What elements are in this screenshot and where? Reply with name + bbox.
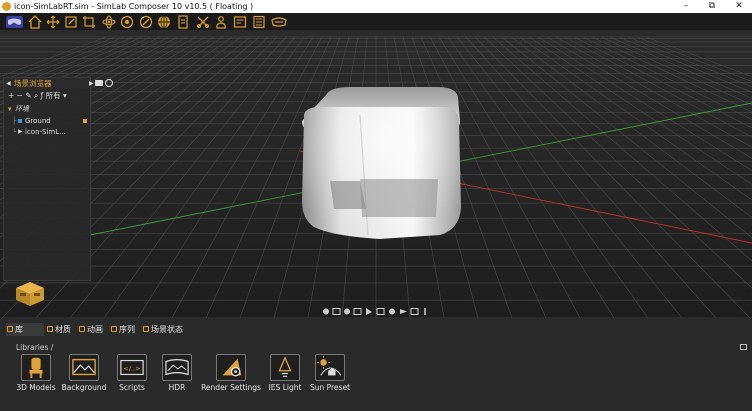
tree-branch: ├ <box>12 117 17 125</box>
materials-tab-icon <box>47 326 53 332</box>
3d-viewport[interactable] <box>0 31 752 318</box>
model-arrow-icon[interactable]: ▶ <box>18 127 23 137</box>
library-item-sun-preset[interactable]: Sun Preset <box>307 354 353 396</box>
scene-browser-title: 场景浏览器 <box>14 79 52 88</box>
library-item-label: Background <box>61 383 107 392</box>
sun-house-icon <box>315 354 345 381</box>
tab-animation[interactable]: 动画 <box>78 323 108 336</box>
breadcrumb[interactable]: Libraries / <box>16 343 53 352</box>
library-item-background[interactable]: Background <box>61 354 107 396</box>
tree-branch: └ <box>12 128 17 136</box>
svg-text:</..>: </..> <box>123 365 140 373</box>
ground-object-icon <box>18 119 22 123</box>
panorama-icon <box>162 354 192 381</box>
edit-icon[interactable] <box>64 15 78 29</box>
scene-states-tab-icon <box>143 326 149 332</box>
render-gear-icon <box>216 354 246 381</box>
panel-icon[interactable] <box>233 15 247 29</box>
window-title: icon-SimLabRT.sim - SimLab Composer 10 v… <box>14 2 254 11</box>
scene-browser-panel: ◀ 场景浏览器 ▶ + − ✎ ⌕ ƒ 所有 ▾ ▾ 环境 ├ Ground └… <box>3 77 113 281</box>
expand-arrow-icon[interactable]: ▶ <box>89 78 94 89</box>
camera-icon[interactable] <box>95 80 103 86</box>
refresh-icon[interactable] <box>105 79 113 87</box>
animation-tab-icon <box>79 326 85 332</box>
collapse-arrow-icon[interactable]: ◀ <box>6 78 11 89</box>
main-toolbar <box>0 13 752 31</box>
library-panel: 库 材质 动画 序列 场景状态 Libraries / 3D Models Ba… <box>0 318 752 411</box>
light-bulb-icon <box>270 354 300 381</box>
scene-browser-tools[interactable]: + − ✎ ⌕ ƒ 所有 ▾ <box>4 90 90 101</box>
close-button[interactable]: ✕ <box>729 0 749 13</box>
code-icon: </..> <box>117 354 147 381</box>
library-item-3d-models[interactable]: 3D Models <box>14 354 58 396</box>
tree-expand-icon[interactable]: ▾ <box>8 104 12 114</box>
chair-icon <box>21 354 51 381</box>
lock-icon[interactable] <box>83 119 87 123</box>
scissors-icon[interactable] <box>196 15 210 29</box>
tree-item[interactable]: ├ Ground <box>4 116 90 126</box>
tab-library[interactable]: 库 <box>6 323 44 336</box>
sequence-tab-icon <box>111 326 117 332</box>
scene-browser-header: ◀ 场景浏览器 ▶ <box>4 78 94 89</box>
minimize-button[interactable]: – <box>676 0 696 13</box>
library-item-ies-light[interactable]: IES Light <box>266 354 304 396</box>
viewport-scene[interactable] <box>0 31 752 318</box>
atom-icon[interactable] <box>102 15 116 29</box>
tree-item-label: Ground <box>25 117 51 125</box>
navigation-cube[interactable] <box>14 280 46 308</box>
app-logo-icon <box>2 2 11 11</box>
library-tab-icon <box>7 326 13 332</box>
tree-root[interactable]: ▾ 环境 <box>4 104 90 114</box>
app-window: icon-SimLabRT.sim - SimLab Composer 10 v… <box>0 0 752 411</box>
library-item-label: IES Light <box>268 383 302 392</box>
tab-scene-states[interactable]: 场景状态 <box>142 323 190 336</box>
tab-materials[interactable]: 材质 <box>46 323 76 336</box>
sphere-icon[interactable] <box>157 15 171 29</box>
library-item-label: Scripts <box>119 383 145 392</box>
eye-icon[interactable] <box>120 15 134 29</box>
move-icon[interactable] <box>46 15 60 29</box>
library-item-label: Sun Preset <box>309 383 351 392</box>
tree-item[interactable]: └ ▶ icon-SimL... <box>4 127 90 137</box>
cube-model[interactable] <box>302 87 461 239</box>
title-bar: icon-SimLabRT.sim - SimLab Composer 10 v… <box>0 0 752 13</box>
landscape-icon <box>69 354 99 381</box>
vr-glasses-icon[interactable] <box>6 15 23 29</box>
visor-icon[interactable] <box>271 15 287 29</box>
compass-icon[interactable] <box>139 15 153 29</box>
library-item-label: Render Settings <box>201 383 261 392</box>
film-icon[interactable] <box>252 15 266 29</box>
house-icon[interactable] <box>28 15 42 29</box>
scene-tools-label[interactable]: + − ✎ ⌕ ƒ 所有 ▾ <box>8 90 67 101</box>
tree-item-label: icon-SimL... <box>25 128 66 136</box>
document-icon[interactable] <box>176 15 190 29</box>
tree-root-label: 环境 <box>15 105 29 113</box>
person-icon[interactable] <box>214 15 228 29</box>
library-item-scripts[interactable]: </..> Scripts <box>111 354 153 396</box>
viewport-controls[interactable] <box>322 307 432 316</box>
library-item-render-settings[interactable]: Render Settings <box>200 354 262 396</box>
tab-sequence[interactable]: 序列 <box>110 323 140 336</box>
panel-options-icon[interactable] <box>740 344 747 350</box>
library-item-label: 3D Models <box>16 383 56 392</box>
crop-icon[interactable] <box>82 15 96 29</box>
maximize-button[interactable]: ⧉ <box>702 0 722 13</box>
library-item-hdr[interactable]: HDR <box>156 354 198 396</box>
library-item-label: HDR <box>168 383 186 392</box>
